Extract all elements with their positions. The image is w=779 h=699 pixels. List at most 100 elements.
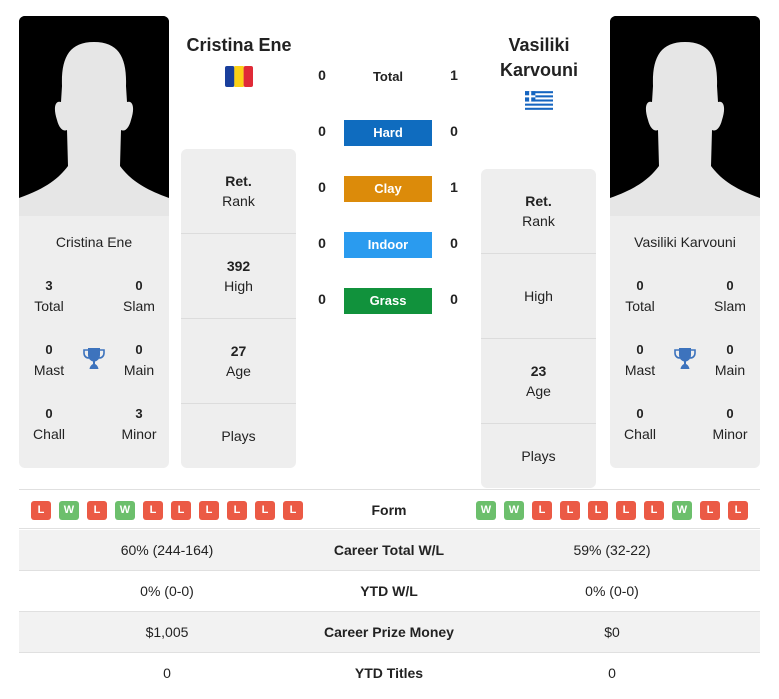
- titles-chall: 0 Chall: [610, 404, 670, 444]
- player1-plays: Plays: [181, 404, 296, 468]
- stat-label: Career Prize Money: [324, 624, 454, 640]
- player1-titles: 3 Total 0 Slam 0 Mast 0 Main 0 Chall 3 Minor: [19, 266, 169, 468]
- titles-slam-value: 0: [135, 278, 143, 293]
- player2-photo: [610, 16, 760, 216]
- stat-row-career-wl: 60% (244-164) Career Total W/L 59% (32-2…: [19, 530, 760, 571]
- player2-rank: Ret. Rank: [481, 169, 596, 254]
- form-loss-badge[interactable]: L: [532, 501, 552, 520]
- player1-card: Cristina Ene 3 Total 0 Slam 0 Mast 0 Main 0 C…: [19, 216, 169, 468]
- stat-p2: $0: [604, 624, 620, 640]
- titles-total: 3 Total: [19, 276, 79, 316]
- surface-grass-button[interactable]: Grass: [344, 288, 432, 314]
- form-loss-badge[interactable]: L: [728, 501, 748, 520]
- form-loss-badge[interactable]: L: [283, 501, 303, 520]
- player2-age: 23 Age: [481, 339, 596, 424]
- form-win-badge[interactable]: W: [115, 501, 135, 520]
- form-loss-badge[interactable]: L: [588, 501, 608, 520]
- form-win-badge[interactable]: W: [504, 501, 524, 520]
- stat-p1: 0: [163, 665, 171, 681]
- trophy-icon: [674, 348, 696, 369]
- h2h-hard-p1: 0: [318, 123, 326, 139]
- player1-rank: Ret. Rank: [181, 149, 296, 234]
- form-loss-badge[interactable]: L: [171, 501, 191, 520]
- titles-total: 0 Total: [610, 276, 670, 316]
- stat-row-ytd-wl: 0% (0-0) YTD W/L 0% (0-0): [19, 571, 760, 612]
- rank-value: Ret.: [525, 193, 552, 209]
- titles-main-label: Main: [714, 362, 746, 378]
- form-loss-badge[interactable]: L: [560, 501, 580, 520]
- titles-mast-label: Mast: [624, 362, 656, 378]
- stat-p1: 60% (244-164): [120, 542, 214, 558]
- stat-row-prize-money: $1,005 Career Prize Money $0: [19, 612, 760, 653]
- high-label: High: [224, 278, 253, 294]
- stat-p1: $1,005: [145, 624, 189, 640]
- titles-mast-label: Mast: [33, 362, 65, 378]
- trophy-icon: [83, 348, 105, 369]
- player2-info-card: Ret. Rank High 23 Age Plays: [481, 169, 596, 488]
- rank-label: Rank: [522, 213, 555, 229]
- stat-p2: 59% (32-22): [573, 542, 651, 558]
- titles-chall-label: Chall: [33, 426, 65, 442]
- titles-mast-value: 0: [45, 342, 53, 357]
- form-loss-badge[interactable]: L: [644, 501, 664, 520]
- player1-high: 392 High: [181, 234, 296, 319]
- form-win-badge[interactable]: W: [476, 501, 496, 520]
- titles-main-value: 0: [135, 342, 143, 357]
- stat-row-ytd-titles: 0 YTD Titles 0: [19, 653, 760, 694]
- titles-main-label: Main: [123, 362, 155, 378]
- form-win-badge[interactable]: W: [672, 501, 692, 520]
- titles-mast-value: 0: [636, 342, 644, 357]
- titles-slam: 0 Slam: [109, 276, 169, 316]
- rank-value: Ret.: [225, 173, 252, 189]
- form-loss-badge[interactable]: L: [87, 501, 107, 520]
- form-loss-badge[interactable]: L: [31, 501, 51, 520]
- rank-label: Rank: [222, 193, 255, 209]
- stat-p2: 0: [608, 665, 616, 681]
- form-row: LWLWLLLLLL Form WWLLLLLWLL: [19, 489, 760, 529]
- player2-name[interactable]: Vasiliki Karvouni: [478, 33, 600, 83]
- h2h-grass-p2: 0: [450, 291, 458, 307]
- greece-flag-icon: [525, 91, 553, 110]
- titles-mast: 0 Mast: [19, 340, 79, 380]
- player2-card: Vasiliki Karvouni 0 Total 0 Slam 0 Mast 0 Ma…: [610, 216, 760, 468]
- titles-slam-value: 0: [726, 278, 734, 293]
- high-value: 392: [226, 258, 251, 274]
- form-win-badge[interactable]: W: [59, 501, 79, 520]
- titles-total-value: 0: [636, 278, 644, 293]
- player2-titles: 0 Total 0 Slam 0 Mast 0 Main 0 Chall 0 Minor: [610, 266, 760, 468]
- silhouette-icon: [19, 16, 169, 216]
- surface-clay-button[interactable]: Clay: [344, 176, 432, 202]
- romania-flag-icon: [225, 66, 253, 87]
- titles-slam-label: Slam: [123, 298, 155, 314]
- surface-indoor-button[interactable]: Indoor: [344, 232, 432, 258]
- stat-p2: 0% (0-0): [585, 583, 639, 599]
- form-loss-badge[interactable]: L: [700, 501, 720, 520]
- h2h-hard-p2: 0: [450, 123, 458, 139]
- titles-chall-value: 0: [45, 406, 53, 421]
- age-value: 27: [230, 343, 247, 359]
- form-loss-badge[interactable]: L: [143, 501, 163, 520]
- form-loss-badge[interactable]: L: [199, 501, 219, 520]
- titles-minor: 3 Minor: [109, 404, 169, 444]
- titles-total-label: Total: [625, 298, 655, 314]
- plays-label: Plays: [221, 428, 256, 444]
- h2h-clay-p1: 0: [318, 179, 326, 195]
- player1-name[interactable]: Cristina Ene: [178, 33, 300, 58]
- titles-total-value: 3: [45, 278, 53, 293]
- form-loss-badge[interactable]: L: [616, 501, 636, 520]
- titles-minor: 0 Minor: [700, 404, 760, 444]
- h2h-grass-p1: 0: [318, 291, 326, 307]
- form-loss-badge[interactable]: L: [255, 501, 275, 520]
- plays-label: Plays: [521, 448, 556, 464]
- player1-age: 27 Age: [181, 319, 296, 404]
- surface-hard-button[interactable]: Hard: [344, 120, 432, 146]
- titles-slam-label: Slam: [714, 298, 746, 314]
- form-loss-badge[interactable]: L: [227, 501, 247, 520]
- silhouette-icon: [610, 16, 760, 216]
- player2-high: High: [481, 254, 596, 339]
- player2-name-line2: Karvouni: [499, 60, 578, 80]
- age-value: 23: [530, 363, 547, 379]
- titles-chall: 0 Chall: [19, 404, 79, 444]
- player1-photo: [19, 16, 169, 216]
- player2-name-line1: Vasiliki: [508, 35, 570, 55]
